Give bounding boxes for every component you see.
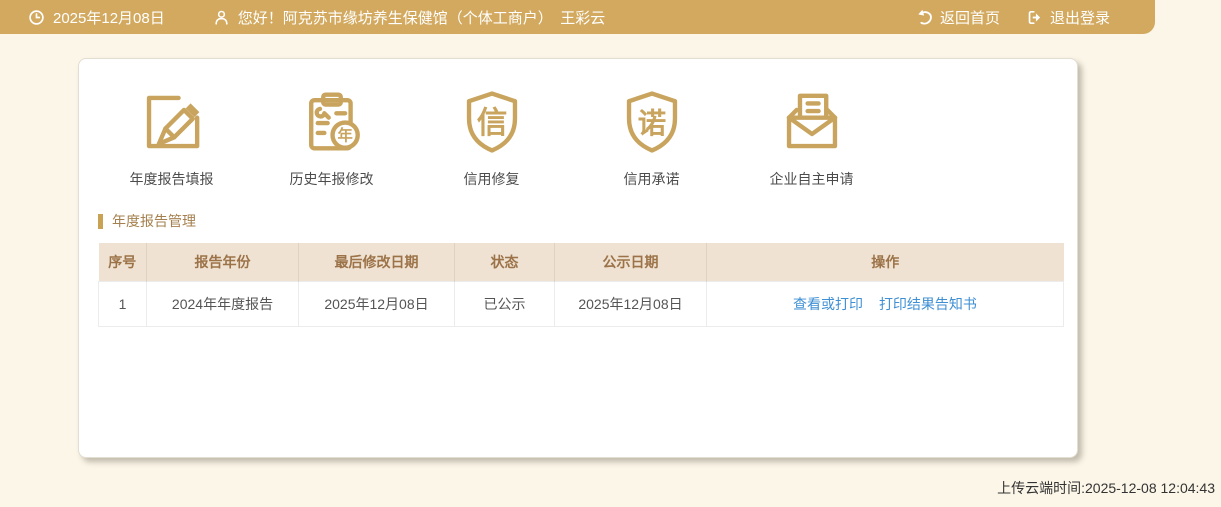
logout-label: 退出登录 <box>1049 9 1110 27</box>
shortcut-label: 年度报告填报 <box>129 171 214 187</box>
return-home-link[interactable]: 返回首页 <box>916 7 1000 28</box>
table-header: 序号 报告年份 最后修改日期 状态 公示日期 操作 <box>98 243 1064 281</box>
shortcut-label: 信用承诺 <box>623 171 680 187</box>
col-header-actions: 操作 <box>706 243 1064 281</box>
shortcut-annual-report-fill[interactable]: 年度报告填报 <box>109 87 234 189</box>
clock-icon <box>29 9 44 25</box>
icon-char: 诺 <box>637 108 665 140</box>
shortcut-label: 信用修复 <box>463 171 520 187</box>
table-row: 1 2024年年度报告 2025年12月08日 已公示 2025年12月08日 … <box>98 280 1064 327</box>
col-header-status: 状态 <box>454 243 555 281</box>
section-header: 年度报告管理 <box>98 211 1077 231</box>
user-greeting: 您好！阿克苏市缘坊养生保健馆（个体工商户） 王彩云 <box>237 9 606 27</box>
icon-char: 年 <box>337 127 352 145</box>
self-apply-mail-icon <box>786 93 837 149</box>
annual-report-page: { "topbar": { "date": "2025年12月08日", "gr… <box>0 0 1221 507</box>
history-report-icon: 年 <box>308 92 360 151</box>
col-header-index: 序号 <box>98 243 147 281</box>
logout-icon <box>1028 10 1041 24</box>
col-header-last-modified: 最后修改日期 <box>298 243 455 281</box>
shortcut-self-apply[interactable]: 企业自主申请 <box>749 87 874 189</box>
cell-index: 1 <box>98 280 147 327</box>
cell-last-modified: 2025年12月08日 <box>298 280 455 327</box>
cell-publish-date: 2025年12月08日 <box>554 280 707 327</box>
main-card: 年度报告填报 年 历史年报修改 信 信用修复 诺 信用承诺 企业自主申请 年度报… <box>78 58 1078 458</box>
credit-promise-shield-icon: 诺 <box>626 91 677 153</box>
logout-link[interactable]: 退出登录 <box>1026 7 1110 28</box>
cell-report-year: 2024年年度报告 <box>146 280 299 327</box>
back-arrow-icon <box>918 9 932 25</box>
return-home-label: 返回首页 <box>939 9 1000 27</box>
view-or-print-link[interactable]: 查看或打印 <box>793 296 863 312</box>
topbar: 2025年12月08日 您好！阿克苏市缘坊养生保健馆（个体工商户） 王彩云 返回… <box>0 0 1155 34</box>
shortcut-credit-promise[interactable]: 诺 信用承诺 <box>589 87 714 189</box>
shortcut-label: 企业自主申请 <box>769 171 854 187</box>
shortcut-label: 历史年报修改 <box>289 171 374 187</box>
edit-report-icon <box>146 95 199 149</box>
cell-actions: 查看或打印 打印结果告知书 <box>706 280 1064 327</box>
col-header-publish-date: 公示日期 <box>554 243 707 281</box>
shortcut-row: 年度报告填报 年 历史年报修改 信 信用修复 诺 信用承诺 企业自主申请 <box>79 59 1077 189</box>
user-icon <box>215 10 228 25</box>
annual-report-table: 序号 报告年份 最后修改日期 状态 公示日期 操作 1 2024年年度报告 20… <box>98 243 1064 327</box>
topbar-actions: 返回首页 退出登录 <box>916 7 1110 28</box>
section-accent-bar <box>98 213 103 229</box>
col-header-report-year: 报告年份 <box>146 243 299 281</box>
section-title: 年度报告管理 <box>112 213 196 229</box>
date-group: 2025年12月08日 <box>28 7 165 28</box>
icon-char: 信 <box>476 106 507 140</box>
upload-cloud-time: 上传云端时间:2025-12-08 12:04:43 <box>997 480 1215 496</box>
current-date: 2025年12月08日 <box>53 9 165 27</box>
shortcut-history-report-edit[interactable]: 年 历史年报修改 <box>269 87 394 189</box>
greeting-group: 您好！阿克苏市缘坊养生保健馆（个体工商户） 王彩云 <box>213 7 606 28</box>
print-result-notice-link[interactable]: 打印结果告知书 <box>879 296 977 312</box>
cell-status: 已公示 <box>454 280 555 327</box>
shortcut-credit-repair[interactable]: 信 信用修复 <box>429 87 554 189</box>
credit-repair-shield-icon: 信 <box>466 91 517 153</box>
